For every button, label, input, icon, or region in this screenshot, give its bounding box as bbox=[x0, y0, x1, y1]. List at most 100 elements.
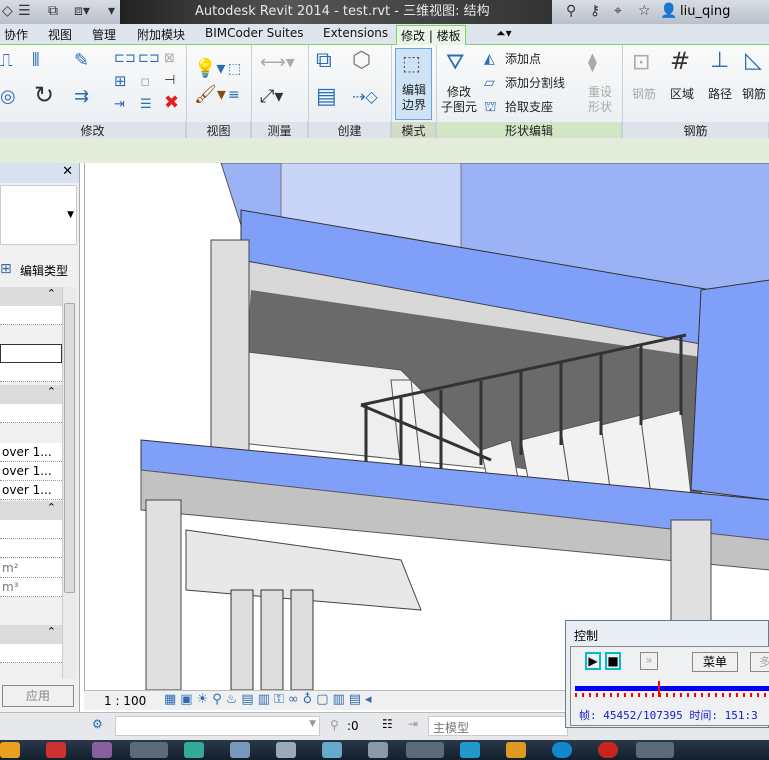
create-parts-icon[interactable]: ▤ bbox=[316, 86, 337, 108]
hide-element-icon[interactable]: ⬚ bbox=[228, 59, 241, 79]
close-hidden-icon[interactable]: ⧉ bbox=[48, 3, 58, 19]
binoculars-icon[interactable]: ⚲ bbox=[566, 3, 576, 19]
more-button[interactable]: 多 bbox=[750, 652, 769, 672]
tab-view[interactable]: 视图 bbox=[48, 26, 72, 43]
progress-track[interactable] bbox=[575, 686, 769, 691]
taskbar-revit-r-icon[interactable] bbox=[92, 742, 112, 758]
tab-bimcoder[interactable]: BIMCoder Suites bbox=[205, 26, 304, 40]
key-icon[interactable]: ⚷ bbox=[590, 3, 600, 19]
rebar-button[interactable]: 钢筋 bbox=[632, 87, 656, 102]
property-row[interactable] bbox=[0, 644, 62, 663]
measure-icon[interactable]: ☰ bbox=[18, 3, 31, 19]
property-row[interactable]: over 1... bbox=[0, 462, 62, 481]
section-header[interactable]: ⌃ bbox=[0, 287, 62, 306]
area-button[interactable]: 区域 bbox=[670, 87, 694, 102]
property-row[interactable] bbox=[0, 363, 62, 382]
satellite-icon[interactable]: ⌖ bbox=[614, 3, 622, 19]
switch-windows-icon[interactable]: ⧈▾ bbox=[74, 3, 90, 19]
tab-collaborate[interactable]: 协作 bbox=[4, 26, 28, 43]
scale-icon[interactable]: ▫ bbox=[140, 71, 150, 91]
section-header[interactable]: ⌃ bbox=[0, 625, 62, 644]
create-group-icon[interactable]: ⧉ bbox=[316, 50, 332, 72]
align-icon[interactable]: ⫴ bbox=[32, 51, 40, 71]
property-row[interactable]: over 1... bbox=[0, 443, 62, 462]
linework-icon[interactable]: ≡ bbox=[228, 85, 240, 105]
taskbar-revit-active[interactable] bbox=[130, 742, 168, 758]
property-row[interactable] bbox=[0, 344, 62, 363]
measure-icon[interactable]: ⤢▾ bbox=[260, 87, 283, 107]
property-row[interactable] bbox=[0, 539, 62, 558]
paintbrush-icon[interactable]: 🖌▾ bbox=[194, 85, 226, 105]
split-icon[interactable]: ✎ bbox=[74, 51, 89, 71]
extend-icon[interactable]: ⇥ bbox=[114, 95, 125, 115]
design-option-field[interactable]: 主模型 bbox=[428, 716, 568, 736]
modify-subelements-icon[interactable]: ⛛ bbox=[446, 52, 464, 74]
modify-subelements-button[interactable]: 修改 子图元 bbox=[440, 85, 478, 115]
view-control-icons[interactable]: ▦▣☀⚲♨▤▥⚿∞♁▢▥▤◂ bbox=[164, 692, 376, 707]
qat-dropdown-icon[interactable]: ▾ bbox=[108, 3, 115, 19]
unpin-icon[interactable]: ⊠ bbox=[164, 49, 175, 69]
trim-icon[interactable]: ⇉ bbox=[74, 87, 89, 107]
close-icon[interactable]: ✕ bbox=[62, 164, 73, 179]
progress-marker[interactable] bbox=[657, 681, 660, 697]
path-button[interactable]: 路径 bbox=[708, 87, 732, 102]
taskbar-player-icon[interactable] bbox=[184, 742, 204, 758]
offset-icon[interactable]: ◎ bbox=[0, 87, 16, 107]
taskbar-magnifier-icon[interactable] bbox=[368, 742, 388, 758]
property-row[interactable]: m³ bbox=[0, 578, 62, 597]
lightbulb-icon[interactable]: 💡▾ bbox=[194, 59, 225, 79]
split-gap-icon[interactable]: ☰ bbox=[140, 95, 152, 115]
tab-addins[interactable]: 附加模块 bbox=[137, 26, 185, 43]
taskbar-sogou-icon[interactable] bbox=[552, 742, 572, 758]
ribbon-minimize-icon[interactable]: ⏶▾ bbox=[496, 26, 512, 41]
reset-shape-button[interactable]: 重设 形状 bbox=[586, 85, 614, 115]
pin-icon[interactable]: ⊣ bbox=[164, 71, 175, 91]
create-similar-icon[interactable]: ⬡ bbox=[352, 50, 371, 72]
aligned-dimension-icon[interactable]: ⟷▾ bbox=[260, 53, 295, 73]
taskbar-app-icon[interactable] bbox=[0, 742, 20, 758]
property-row[interactable] bbox=[0, 520, 62, 539]
user-icon[interactable]: 👤 bbox=[660, 3, 677, 19]
taskbar-search-icon[interactable] bbox=[230, 742, 250, 758]
property-row[interactable] bbox=[0, 306, 62, 325]
array-icon[interactable]: ⊞ bbox=[114, 71, 127, 91]
user-name[interactable]: liu_qing bbox=[680, 4, 730, 19]
taskbar-powerpoint-icon[interactable] bbox=[636, 742, 674, 758]
copy-icon[interactable]: ⊏⊐ bbox=[114, 49, 136, 69]
edit-boundary-button[interactable]: ⬚ 编辑 边界 bbox=[395, 48, 432, 120]
add-split-line-button[interactable]: 添加分割线 bbox=[505, 76, 565, 91]
type-selector[interactable]: ▼ bbox=[0, 185, 77, 245]
tab-extensions[interactable]: Extensions bbox=[323, 26, 388, 40]
taskbar-explorer-icon[interactable] bbox=[406, 742, 444, 758]
taskbar-cloud-icon[interactable] bbox=[460, 742, 480, 758]
3d-viewport[interactable] bbox=[84, 163, 769, 690]
taskbar-app-icon[interactable] bbox=[46, 742, 66, 758]
menu-button[interactable]: 菜单 bbox=[692, 652, 738, 672]
section-header[interactable]: ⌃ bbox=[0, 385, 62, 404]
paste-icon[interactable]: ⎍ bbox=[0, 51, 13, 71]
pick-supports-button[interactable]: 拾取支座 bbox=[505, 100, 553, 115]
taskbar-calculator-icon[interactable] bbox=[322, 742, 342, 758]
filter-icon[interactable]: ⚲ bbox=[330, 718, 339, 732]
taskbar-notepad-icon[interactable] bbox=[276, 742, 296, 758]
active-workset-dropdown[interactable]: ▼ bbox=[115, 716, 320, 736]
fast-forward-button[interactable]: » bbox=[640, 652, 658, 670]
property-row[interactable] bbox=[0, 404, 62, 423]
design-options-icon[interactable]: ☷ bbox=[382, 717, 393, 731]
mirror-icon[interactable]: ⊏⊐ bbox=[138, 49, 160, 69]
taskbar-app-icon[interactable] bbox=[506, 742, 526, 758]
tab-manage[interactable]: 管理 bbox=[92, 26, 116, 43]
assembly-icon[interactable]: ⇢◇ bbox=[352, 87, 378, 107]
property-row[interactable]: m² bbox=[0, 559, 62, 578]
view-scale[interactable]: 1 : 100 bbox=[104, 694, 146, 708]
property-row[interactable]: over 1... bbox=[0, 481, 62, 500]
properties-scrollbar[interactable] bbox=[62, 287, 76, 679]
star-icon[interactable]: ☆ bbox=[638, 3, 651, 19]
stop-button[interactable]: ■ bbox=[605, 652, 621, 670]
worksets-icon[interactable]: ⚙ bbox=[92, 717, 103, 731]
apply-button[interactable]: 应用 bbox=[2, 685, 74, 707]
rotate-icon[interactable]: ↻ bbox=[34, 83, 54, 107]
taskbar-media-icon[interactable] bbox=[598, 742, 618, 758]
play-button[interactable]: ▶ bbox=[585, 652, 601, 670]
tab-modify-floor[interactable]: 修改 | 楼板 bbox=[396, 25, 466, 46]
